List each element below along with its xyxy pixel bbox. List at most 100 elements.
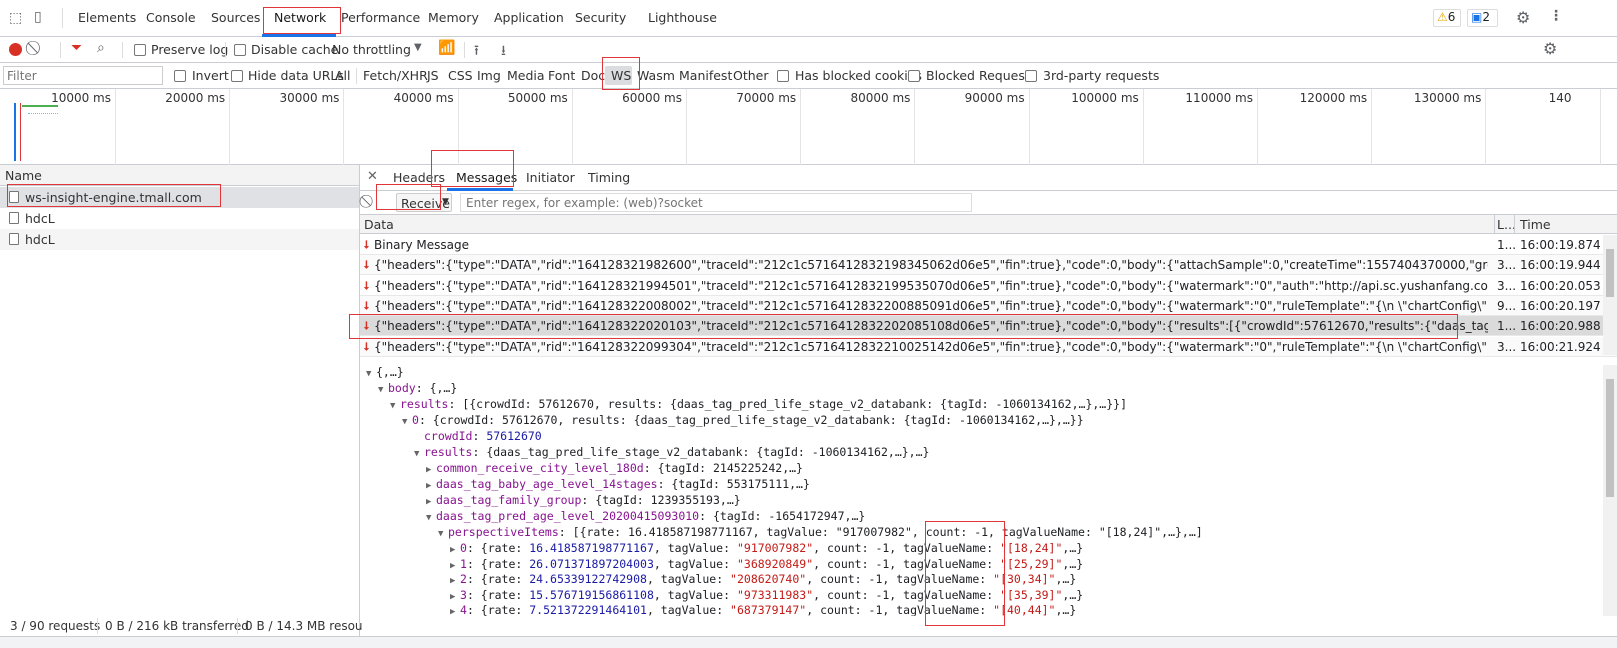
direction-select[interactable]: Receive ▼ (396, 193, 452, 212)
message-row[interactable]: ⭣ Binary Message 1... 16:00:19.874 (360, 235, 1617, 255)
timeline-tick-label: 120000 ms (1299, 91, 1368, 105)
throttling-select[interactable]: No throttling (332, 42, 411, 57)
timeline-gridline (115, 89, 116, 165)
detail-tab-initiator[interactable]: Initiator (526, 170, 575, 185)
tree-line[interactable]: ▼ results: [{crowdId: 57612670, results: … (390, 397, 1127, 411)
overview-timeline[interactable]: 10000 ms 20000 ms 30000 ms 40000 ms 50000 ms… (0, 89, 1617, 165)
tree-line[interactable]: ▶ daas_tag_baby_age_level_14stages: {tagI… (426, 477, 810, 491)
filter-bar: Invert Hide data URLs All Fetch/XHR JS C… (0, 63, 1617, 89)
record-icon[interactable] (9, 43, 22, 56)
import-har-icon[interactable]: ⭱ (474, 40, 479, 64)
tree-line[interactable]: ▼ body: {,…} (378, 381, 457, 395)
tree-line[interactable]: ▼ 0: {crowdId: 57612670, results: {daas_t… (402, 413, 1084, 427)
tree-line: crowdId: 57612670 (424, 429, 542, 443)
type-filter-js[interactable]: JS (427, 68, 439, 83)
detail-tab-headers[interactable]: Headers (393, 170, 445, 185)
message-row[interactable]: ⭣ {"headers":{"type":"DATA","rid":"164128… (360, 255, 1617, 276)
tree-scrollbar[interactable] (1603, 365, 1617, 616)
tree-line[interactable]: ▼ {,…} (366, 365, 404, 379)
tree-line[interactable]: ▶ common_receive_city_level_180d: {tagId:… (426, 461, 803, 475)
type-filter-other[interactable]: Other (733, 68, 769, 83)
tree-line[interactable]: ▶ 0: {rate: 16.418587198771167, tagValue:… (450, 541, 1083, 555)
divider (356, 68, 357, 84)
more-options-icon[interactable]: ⋮ (1549, 8, 1563, 24)
message-row[interactable]: ⭣ {"headers":{"type":"DATA","rid":"164128… (360, 295, 1617, 316)
message-data: {"headers":{"type":"DATA","rid":"1641283… (374, 339, 1488, 354)
inspect-element-icon[interactable]: ⬚ (9, 10, 22, 26)
messages-scrollbar[interactable] (1603, 235, 1617, 355)
tab-application[interactable]: Application (494, 10, 564, 25)
detail-tab-timing[interactable]: Timing (588, 170, 630, 185)
tree-line[interactable]: ▶ 3: {rate: 15.576719156861108, tagValue:… (450, 588, 1083, 602)
network-settings-gear-icon[interactable]: ⚙ (1543, 39, 1557, 58)
disable-cache-checkbox[interactable] (234, 44, 246, 56)
tab-network[interactable]: Network (274, 10, 326, 25)
column-time-header[interactable]: Time (1520, 217, 1551, 232)
tree-line[interactable]: ▼ daas_tag_pred_age_level_20200415093010:… (426, 509, 865, 523)
type-filter-doc[interactable]: Doc (581, 68, 605, 83)
tree-line[interactable]: ▼ perspectiveItems: [{rate: 16.4185871987… (438, 525, 1203, 539)
close-icon[interactable]: ✕ (367, 169, 378, 184)
device-toolbar-icon[interactable]: ▯ (34, 9, 42, 25)
chevron-down-icon: ▼ (442, 197, 449, 207)
invert-checkbox[interactable] (174, 70, 186, 82)
scrollbar-thumb[interactable] (1606, 379, 1614, 497)
type-filter-css[interactable]: CSS (448, 68, 473, 83)
tab-elements[interactable]: Elements (78, 10, 136, 25)
request-row[interactable]: hdcL (0, 208, 359, 229)
third-party-checkbox[interactable] (1025, 70, 1037, 82)
column-data-header[interactable]: Data (364, 217, 394, 232)
tree-line[interactable]: ▶ 4: {rate: 7.521372291464101, tagValue: … (450, 603, 1076, 616)
message-row[interactable]: ⭣ {"headers":{"type":"DATA","rid":"164128… (360, 336, 1617, 357)
settings-gear-icon[interactable]: ⚙ (1516, 8, 1530, 27)
tree-line[interactable]: ▶ 2: {rate: 24.65339122742908, tagValue: … (450, 572, 1076, 586)
tree-line[interactable]: ▼ results: {daas_tag_pred_life_stage_v2_d… (414, 445, 929, 459)
tab-sources[interactable]: Sources (211, 10, 260, 25)
message-time: 16:00:21.924 (1520, 339, 1601, 354)
chevron-down-icon[interactable]: ▼ (414, 42, 422, 53)
tab-security[interactable]: Security (575, 10, 626, 25)
hide-data-urls-checkbox[interactable] (231, 70, 243, 82)
network-conditions-icon[interactable]: 📶 (438, 40, 455, 56)
preserve-log-checkbox[interactable] (134, 44, 146, 56)
type-filter-all[interactable]: All (335, 68, 351, 83)
message-time: 16:00:20.197 (1520, 298, 1601, 313)
type-filter-wasm[interactable]: Wasm (637, 68, 675, 83)
message-row[interactable]: ⭣ {"headers":{"type":"DATA","rid":"164128… (360, 316, 1617, 337)
type-filter-ws[interactable]: WS (611, 68, 631, 83)
message-row[interactable]: ⭣ {"headers":{"type":"DATA","rid":"164128… (360, 275, 1617, 296)
filter-input[interactable] (3, 66, 163, 85)
timeline-tick-label: 130000 ms (1413, 91, 1482, 105)
tree-line[interactable]: ▶ 1: {rate: 26.071371897204003, tagValue:… (450, 557, 1083, 571)
type-filter-font[interactable]: Font (548, 68, 575, 83)
message-json-tree: ▼ {,…} ▼ body: {,…} ▼ results: [{crowdId: 5… (360, 365, 1602, 616)
tree-line[interactable]: ▶ daas_tag_family_group: {tagId: 12393551… (426, 493, 741, 507)
warnings-badge[interactable]: ⚠6 (1433, 9, 1461, 27)
regex-filter-input[interactable] (460, 193, 972, 212)
messages-badge[interactable]: ▣2 (1467, 9, 1498, 27)
timeline-tick-label: 50000 ms (507, 91, 568, 105)
warning-icon: ⚠ (1437, 10, 1448, 24)
filter-icon[interactable]: ⏷ (71, 40, 82, 56)
type-filter-manifest[interactable]: Manifest (679, 68, 732, 83)
type-filter-media[interactable]: Media (507, 68, 545, 83)
blocked-requests-checkbox[interactable] (908, 70, 920, 82)
tab-memory[interactable]: Memory (428, 10, 479, 25)
has-blocked-cookies-checkbox[interactable] (777, 70, 789, 82)
type-filter-img[interactable]: Img (477, 68, 501, 83)
tab-performance[interactable]: Performance (341, 10, 420, 25)
timeline-marker-blue (14, 103, 16, 161)
tab-lighthouse[interactable]: Lighthouse (648, 10, 717, 25)
timeline-tick-label: 40000 ms (393, 91, 454, 105)
request-row[interactable]: ws-insight-engine.tmall.com (0, 187, 359, 208)
request-row[interactable]: hdcL (0, 229, 359, 250)
search-icon[interactable]: ⌕ (97, 40, 105, 56)
column-name-header[interactable]: Name (5, 168, 42, 183)
column-divider (1514, 215, 1515, 234)
tab-console[interactable]: Console (146, 10, 196, 25)
export-har-icon[interactable]: ⭳ (501, 40, 506, 64)
timeline-gridline (800, 89, 802, 165)
scrollbar-thumb[interactable] (1606, 249, 1614, 297)
detail-tab-messages[interactable]: Messages (456, 170, 517, 185)
type-filter-fetch-xhr[interactable]: Fetch/XHR (363, 68, 428, 83)
